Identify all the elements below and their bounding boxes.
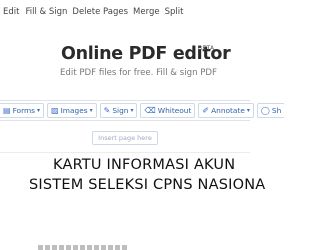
eraser-icon: ⌫: [144, 106, 156, 115]
nav-split[interactable]: Split: [165, 7, 184, 17]
editor-toolbar: ▤ Forms ▾ ▨ Images ▾ ✎ Sign ▾ ⌫ Whiteout…: [0, 100, 285, 121]
page-divider: [0, 152, 250, 153]
beta-badge: BETA: [198, 45, 215, 52]
nav-merge[interactable]: Merge: [133, 7, 160, 17]
insert-page-button[interactable]: Insert page here: [92, 131, 158, 145]
annotate-button[interactable]: ✐ Annotate ▾: [198, 103, 254, 118]
shapes-button[interactable]: ◯ Sh: [256, 103, 285, 118]
document-next-line-partial: [38, 238, 128, 250]
page-subtitle: Edit PDF files for free. Fill & sign PDF: [60, 68, 217, 78]
nav-fill-sign[interactable]: Fill & Sign: [25, 7, 67, 17]
pen-icon: ✎: [103, 106, 111, 115]
image-icon: ▨: [51, 106, 59, 115]
form-icon: ▤: [3, 106, 11, 115]
chevron-down-icon: ▾: [89, 107, 93, 114]
whiteout-label: Whiteout: [157, 106, 192, 115]
document-heading-line-1: KARTU INFORMASI AKUN: [53, 157, 236, 173]
whiteout-button[interactable]: ⌫ Whiteout: [140, 103, 196, 118]
hero-section: Online PDF editor BETA Edit PDF files fo…: [0, 24, 250, 86]
images-label: Images: [60, 106, 88, 115]
annotate-label: Annotate: [211, 106, 245, 115]
top-nav: Edit Fill & Sign Delete Pages Merge Spli…: [0, 0, 250, 24]
shapes-icon: ◯: [260, 106, 270, 115]
chevron-down-icon: ▾: [130, 107, 134, 114]
annotate-icon: ✐: [202, 106, 210, 115]
sign-label: Sign: [112, 106, 129, 115]
sign-button[interactable]: ✎ Sign ▾: [99, 103, 138, 118]
nav-edit[interactable]: Edit: [3, 7, 19, 17]
document-heading-line-2: SISTEM SELEKSI CPNS NASIONA: [29, 177, 266, 193]
chevron-down-icon: ▾: [37, 107, 41, 114]
forms-label: Forms: [12, 106, 36, 115]
shapes-label: Sh: [271, 106, 282, 115]
chevron-down-icon: ▾: [246, 107, 250, 114]
nav-delete-pages[interactable]: Delete Pages: [72, 7, 128, 17]
images-button[interactable]: ▨ Images ▾: [47, 103, 97, 118]
forms-button[interactable]: ▤ Forms ▾: [0, 103, 45, 118]
